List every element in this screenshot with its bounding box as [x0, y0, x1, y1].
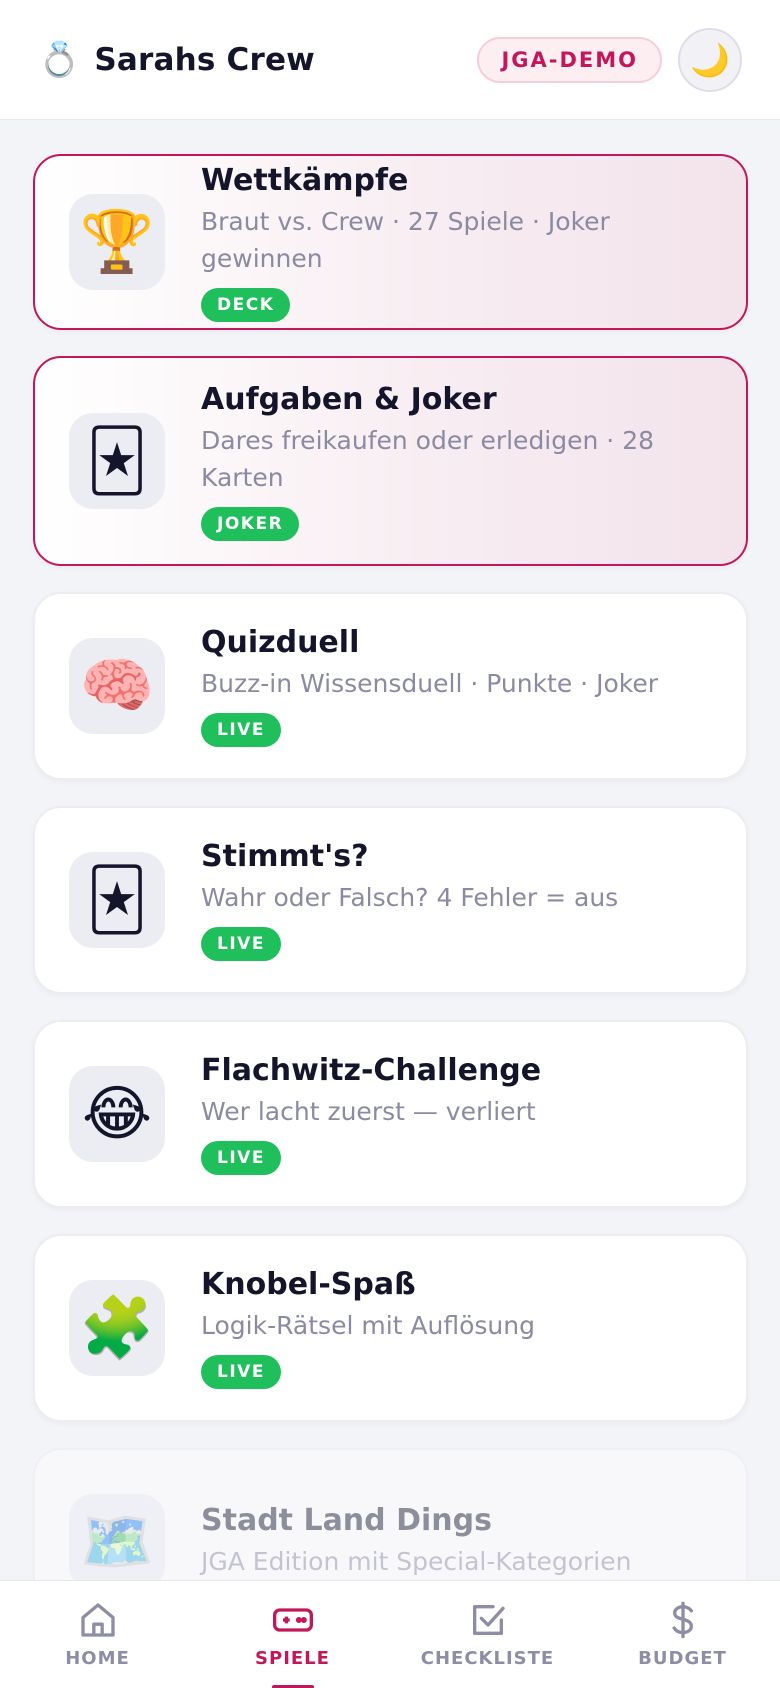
game-description: Wahr oder Falsch? 4 Fehler = aus: [201, 883, 619, 913]
trophy-icon: 🏆: [69, 194, 165, 290]
game-description: Braut vs. Crew · 27 Spiele · Joker gewin…: [201, 206, 610, 274]
demo-badge[interactable]: JGA-DEMO: [477, 36, 662, 83]
moon-icon: 🌙: [690, 40, 730, 79]
game-description: Dares freikaufen oder erledigen · 28 Kar…: [201, 425, 655, 493]
game-description: Wer lacht zuerst — verliert: [201, 1097, 536, 1127]
game-description: Logik-Rätsel mit Auflösung: [201, 1311, 535, 1341]
game-card-wettkaempfe[interactable]: 🏆 Wettkämpfe Braut vs. Crew · 27 Spiele …: [33, 154, 748, 330]
game-tag: JOKER: [201, 506, 300, 541]
game-tag: LIVE: [201, 1140, 281, 1175]
game-title: Stimmt's?: [201, 839, 369, 875]
dollar-icon: [663, 1600, 703, 1640]
game-description: JGA Edition mit Special-Kategorien: [201, 1547, 632, 1577]
joker-card-icon: 🃏: [69, 413, 165, 509]
game-card-knobel[interactable]: 🧩 Knobel-Spaß Logik-Rätsel mit Auflösung…: [33, 1234, 748, 1422]
nav-item-home[interactable]: HOME: [13, 1581, 183, 1688]
nav-label: CHECKLISTE: [420, 1648, 555, 1669]
game-title: Wettkämpfe: [201, 162, 409, 198]
nav-item-budget[interactable]: BUDGET: [598, 1581, 768, 1688]
home-icon: [78, 1600, 118, 1640]
game-title: Knobel-Spaß: [201, 1267, 416, 1303]
nav-item-checkliste[interactable]: CHECKLISTE: [403, 1581, 573, 1688]
checkbox-icon: [468, 1600, 508, 1640]
game-list: 🏆 Wettkämpfe Braut vs. Crew · 27 Spiele …: [33, 154, 748, 1662]
theme-toggle-button[interactable]: 🌙: [678, 27, 742, 92]
game-tag: LIVE: [201, 926, 281, 961]
joker-card-icon: 🃏: [69, 852, 165, 948]
ring-icon: 💍: [38, 39, 81, 80]
game-card-aufgaben-joker[interactable]: 🃏 Aufgaben & Joker Dares freikaufen oder…: [33, 356, 748, 566]
game-description: Buzz-in Wissensduell · Punkte · Joker: [201, 669, 658, 699]
brand: 💍 Sarahs Crew: [38, 42, 315, 78]
game-tag: LIVE: [201, 712, 281, 747]
gamepad-icon: [271, 1600, 315, 1640]
game-title: Stadt Land Dings: [201, 1503, 492, 1539]
bottom-nav: HOME SPIELE CHECKLISTE BUDGET: [0, 1580, 780, 1688]
game-card-flachwitz[interactable]: 😂 Flachwitz-Challenge Wer lacht zuerst —…: [33, 1020, 748, 1208]
game-title: Aufgaben & Joker: [201, 381, 497, 417]
brain-icon: 🧠: [69, 638, 165, 734]
puzzle-piece-icon: 🧩: [69, 1280, 165, 1376]
game-card-stimmts[interactable]: 🃏 Stimmt's? Wahr oder Falsch? 4 Fehler =…: [33, 806, 748, 994]
page-title: Sarahs Crew: [94, 41, 316, 78]
nav-item-spiele[interactable]: SPIELE: [208, 1581, 378, 1688]
map-icon: 🗺️: [69, 1494, 165, 1590]
game-title: Flachwitz-Challenge: [201, 1053, 542, 1089]
app-header: 💍 Sarahs Crew JGA-DEMO 🌙: [0, 0, 780, 120]
nav-label: SPIELE: [255, 1648, 330, 1669]
laughing-face-icon: 😂: [69, 1066, 165, 1162]
nav-label: HOME: [65, 1648, 130, 1669]
game-tag: DECK: [201, 287, 291, 322]
game-card-quizduell[interactable]: 🧠 Quizduell Buzz-in Wissensduell · Punkt…: [33, 592, 748, 780]
game-title: Quizduell: [201, 625, 360, 661]
nav-label: BUDGET: [638, 1648, 727, 1669]
game-tag: LIVE: [201, 1354, 281, 1389]
